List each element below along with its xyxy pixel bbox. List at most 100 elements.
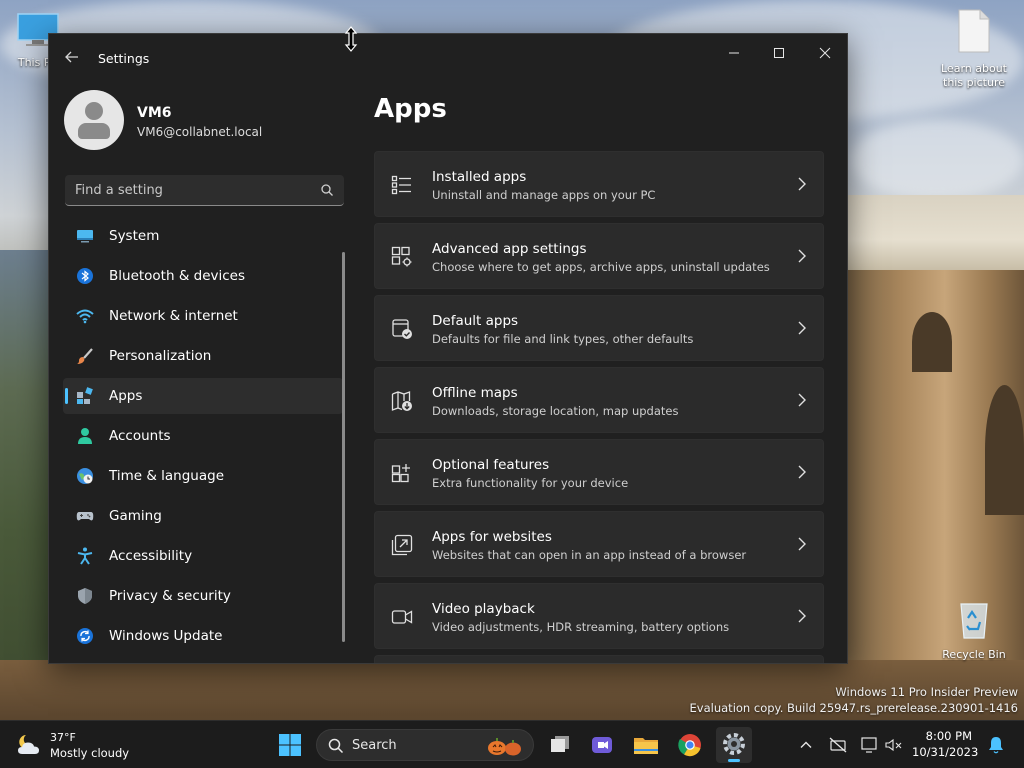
cloudy-moon-icon — [18, 735, 39, 754]
card-title: Optional features — [432, 457, 550, 473]
card-offline-maps[interactable]: Offline maps Downloads, storage location… — [374, 367, 824, 433]
nav-item-label: Bluetooth & devices — [109, 268, 246, 284]
weather-temperature: 37°F — [50, 731, 76, 744]
chrome-button[interactable] — [672, 727, 708, 763]
clock-time: 8:00 PM — [925, 729, 972, 743]
network-disconnected-icon[interactable] — [828, 735, 848, 755]
pumpkin-icon — [488, 738, 521, 756]
display-icon[interactable] — [860, 735, 880, 755]
search-icon — [328, 738, 344, 754]
card-subtitle: Uninstall and manage apps on your PC — [432, 188, 656, 202]
bridge-arch — [985, 385, 1024, 515]
chrome-icon — [678, 734, 701, 757]
weather-widget[interactable]: 37°F Mostly cloudy — [14, 728, 154, 762]
card-advanced-app-settings[interactable]: Advanced app settings Choose where to ge… — [374, 223, 824, 289]
nav-item-label: System — [109, 228, 160, 244]
card-subtitle: Downloads, storage location, map updates — [432, 404, 679, 418]
nav-item-gaming[interactable]: Gaming — [63, 498, 343, 534]
nav-item-label: Time & language — [109, 468, 225, 484]
globe-clock-icon — [77, 468, 93, 484]
clock-date: 10/31/2023 — [912, 745, 979, 759]
meet-icon — [592, 737, 612, 753]
desktop-icon-learn-about-picture[interactable]: Learn about this picture — [938, 8, 1010, 90]
title-bar[interactable]: Settings — [49, 34, 847, 80]
nav-item-system[interactable]: System — [63, 218, 343, 254]
card-video-playback[interactable]: Video playback Video adjustments, HDR st… — [374, 583, 824, 649]
desktop-icon-recycle-bin[interactable]: Recycle Bin — [938, 598, 1010, 662]
system-icon — [77, 230, 93, 243]
maximize-icon — [774, 48, 784, 58]
gamepad-icon — [76, 512, 94, 521]
file-explorer-button[interactable] — [628, 727, 664, 763]
card-title: Default apps — [432, 313, 519, 329]
person-icon — [78, 428, 92, 444]
card-subtitle: Choose where to get apps, archive apps, … — [432, 260, 770, 274]
search-icon[interactable] — [320, 183, 334, 197]
maximize-button[interactable] — [756, 40, 802, 70]
nav-item-privacy-security[interactable]: Privacy & security — [63, 578, 343, 614]
video-icon — [391, 610, 413, 624]
card-title: Apps for websites — [432, 529, 552, 545]
chevron-right-icon — [798, 249, 806, 263]
list-icon — [391, 175, 411, 195]
nav-item-label: Gaming — [109, 508, 162, 524]
close-button[interactable] — [802, 40, 847, 70]
chevron-right-icon — [798, 393, 806, 407]
optional-features-icon — [391, 464, 410, 483]
card-installed-apps[interactable]: Installed apps Uninstall and manage apps… — [374, 151, 824, 217]
card-title: Video playback — [432, 601, 535, 617]
back-arrow-icon — [65, 51, 78, 63]
default-apps-icon — [392, 319, 412, 339]
task-view-icon — [551, 736, 569, 752]
recycle-bin-icon — [960, 603, 988, 639]
settings-window: Settings VM6 VM6@collabnet.local Find a … — [48, 33, 848, 664]
apps-settings-list: Installed apps Uninstall and manage apps… — [374, 151, 824, 663]
card-partially-visible[interactable] — [374, 655, 824, 663]
back-button[interactable] — [61, 48, 83, 68]
taskbar-search-label: Search — [352, 738, 397, 753]
wifi-icon — [76, 309, 94, 324]
file-explorer-icon — [634, 738, 658, 754]
card-title: Offline maps — [432, 385, 518, 401]
nav-item-label: Apps — [109, 388, 143, 404]
chevron-right-icon — [798, 465, 806, 479]
task-view-button[interactable] — [542, 727, 578, 763]
taskbar-search[interactable]: Search — [316, 729, 534, 761]
nav-item-apps[interactable]: Apps — [63, 378, 343, 414]
update-icon — [77, 628, 93, 644]
chevron-up-icon[interactable] — [796, 735, 816, 755]
apps-icon — [77, 387, 93, 404]
chevron-right-icon — [798, 321, 806, 335]
document-icon — [958, 9, 990, 53]
nav-item-bluetooth-devices[interactable]: Bluetooth & devices — [63, 258, 343, 294]
nav-item-personalization[interactable]: Personalization — [63, 338, 343, 374]
nav-item-time-language[interactable]: Time & language — [63, 458, 343, 494]
nav-item-windows-update[interactable]: Windows Update — [63, 618, 343, 654]
nav-scrollbar[interactable] — [342, 252, 345, 642]
profile-name: VM6 — [137, 105, 172, 121]
card-apps-for-websites[interactable]: Apps for websites Websites that can open… — [374, 511, 824, 577]
meet-app-button[interactable] — [584, 727, 620, 763]
map-icon — [391, 391, 412, 411]
minimize-button[interactable] — [711, 40, 757, 70]
card-subtitle: Defaults for file and link types, other … — [432, 332, 694, 346]
nav-item-label: Windows Update — [109, 628, 223, 644]
taskbar: 37°F Mostly cloudy Search 8:00 PM 10/31/… — [0, 720, 1024, 768]
nav-item-network-internet[interactable]: Network & internet — [63, 298, 343, 334]
start-button[interactable] — [272, 727, 308, 763]
nav-item-accounts[interactable]: Accounts — [63, 418, 343, 454]
notification-bell-icon[interactable] — [986, 735, 1006, 755]
card-optional-features[interactable]: Optional features Extra functionality fo… — [374, 439, 824, 505]
user-profile[interactable]: VM6 VM6@collabnet.local — [64, 90, 364, 152]
settings-taskbar-button[interactable] — [716, 727, 752, 763]
chevron-right-icon — [798, 537, 806, 551]
system-clock[interactable]: 8:00 PM 10/31/2023 — [912, 728, 979, 760]
card-default-apps[interactable]: Default apps Defaults for file and link … — [374, 295, 824, 361]
app-settings-icon — [391, 246, 412, 267]
find-setting-input[interactable] — [75, 179, 305, 201]
nav-item-accessibility[interactable]: Accessibility — [63, 538, 343, 574]
find-setting-search-box[interactable] — [65, 175, 344, 206]
windows-logo-icon — [279, 734, 301, 756]
bluetooth-icon — [77, 268, 93, 284]
volume-muted-icon[interactable] — [884, 735, 904, 755]
